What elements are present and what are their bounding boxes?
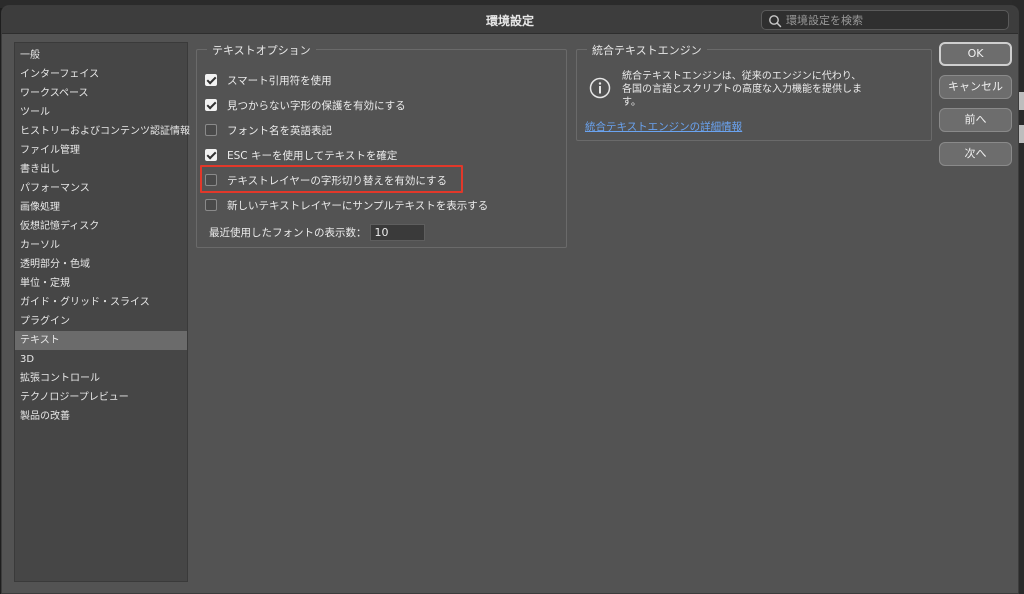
option-font-names-english[interactable]: フォント名を英語表記: [205, 121, 332, 139]
unified-engine-learn-more-link[interactable]: 統合テキストエンジンの詳細情報: [585, 119, 742, 134]
search-icon: [769, 15, 782, 28]
sidebar-item-history[interactable]: ヒストリーおよびコンテンツ認証情報: [15, 122, 190, 141]
sidebar-item-cursors[interactable]: カーソル: [15, 236, 187, 255]
sidebar-item-tools[interactable]: ツール: [15, 103, 187, 122]
sidebar-item-units[interactable]: 単位・定規: [15, 274, 187, 293]
preferences-sidebar: 一般 インターフェイス ワークスペース ツール ヒストリーおよびコンテンツ認証情…: [14, 42, 190, 582]
sidebar-item-plugins[interactable]: プラグイン: [15, 312, 187, 331]
recent-fonts-input[interactable]: 10: [369, 223, 425, 241]
search-input[interactable]: [786, 12, 1001, 28]
option-missing-glyph-protection[interactable]: 見つからない字形の保護を有効にする: [205, 96, 406, 114]
font-names-english-checkbox[interactable]: [205, 124, 217, 136]
option-glyph-alternates[interactable]: テキストレイヤーの字形切り替えを有効にする: [205, 171, 447, 189]
sidebar-item-file-handling[interactable]: ファイル管理: [15, 141, 187, 160]
sidebar-item-3d[interactable]: 3D: [15, 350, 187, 369]
option-label: テキストレイヤーの字形切り替えを有効にする: [227, 174, 447, 187]
sidebar-item-workspace[interactable]: ワークスペース: [15, 84, 187, 103]
info-icon: [589, 77, 611, 99]
text-options-group: テキストオプション スマート引用符を使用 見つからない字形の保護を有効にする フ…: [196, 42, 567, 248]
next-button[interactable]: 次へ: [939, 142, 1012, 166]
option-label: スマート引用符を使用: [227, 74, 332, 87]
sidebar-item-export[interactable]: 書き出し: [15, 160, 187, 179]
text-options-title: テキストオプション: [207, 42, 316, 58]
option-smart-quotes[interactable]: スマート引用符を使用: [205, 71, 332, 89]
sidebar-item-transparency[interactable]: 透明部分・色域: [15, 255, 187, 274]
recent-fonts-row: 最近使用したフォントの表示数： 10: [209, 223, 425, 241]
search-box[interactable]: [761, 10, 1009, 30]
option-esc-commit[interactable]: ESC キーを使用してテキストを確定: [205, 146, 397, 164]
description-line: す。: [622, 97, 641, 108]
description-line: 各国の言語とスクリプトの高度な入力機能を提供しま: [622, 84, 862, 95]
smart-quotes-checkbox[interactable]: [205, 74, 217, 86]
missing-glyph-checkbox[interactable]: [205, 99, 217, 111]
sidebar-item-interface[interactable]: インターフェイス: [15, 65, 187, 84]
unified-engine-title: 統合テキストエンジン: [587, 42, 707, 58]
option-label: 新しいテキストレイヤーにサンプルテキストを表示する: [227, 199, 489, 212]
placeholder-text-checkbox[interactable]: [205, 199, 217, 211]
esc-commit-checkbox[interactable]: [205, 149, 217, 161]
description-line: 統合テキストエンジンは、従来のエンジンに代わり、: [622, 71, 862, 82]
recent-fonts-label: 最近使用したフォントの表示数：: [209, 226, 367, 239]
sidebar-item-scratch-disks[interactable]: 仮想記憶ディスク: [15, 217, 187, 236]
sidebar-item-general[interactable]: 一般: [15, 46, 187, 65]
ok-button[interactable]: OK: [939, 42, 1012, 66]
sidebar-item-enhanced-controls[interactable]: 拡張コントロール: [15, 369, 187, 388]
sidebar-item-type[interactable]: テキスト: [15, 331, 187, 350]
sidebar-item-technology-previews[interactable]: テクノロジープレビュー: [15, 388, 187, 407]
option-label: 見つからない字形の保護を有効にする: [227, 99, 406, 112]
option-label: フォント名を英語表記: [227, 124, 332, 137]
sidebar-item-guides[interactable]: ガイド・グリッド・スライス: [15, 293, 187, 312]
sidebar-item-performance[interactable]: パフォーマンス: [15, 179, 187, 198]
unified-engine-description: 統合テキストエンジンは、従来のエンジンに代わり、 各国の言語とスクリプトの高度な…: [622, 70, 922, 109]
preferences-dialog: 環境設定 一般 インターフェイス ワークスペース ツール ヒストリーおよびコンテ…: [1, 5, 1019, 594]
previous-button[interactable]: 前へ: [939, 108, 1012, 132]
glyph-alternates-checkbox[interactable]: [205, 174, 217, 186]
sidebar-item-product-improvement[interactable]: 製品の改善: [15, 407, 187, 426]
unified-text-engine-group: 統合テキストエンジン 統合テキストエンジンは、従来のエンジンに代わり、 各国の言…: [576, 42, 932, 141]
option-placeholder-text[interactable]: 新しいテキストレイヤーにサンプルテキストを表示する: [205, 196, 488, 214]
sidebar-item-image-processing[interactable]: 画像処理: [15, 198, 187, 217]
option-label: ESC キーを使用してテキストを確定: [227, 149, 398, 162]
title-bar: 環境設定: [2, 6, 1018, 34]
cancel-button[interactable]: キャンセル: [939, 75, 1012, 99]
